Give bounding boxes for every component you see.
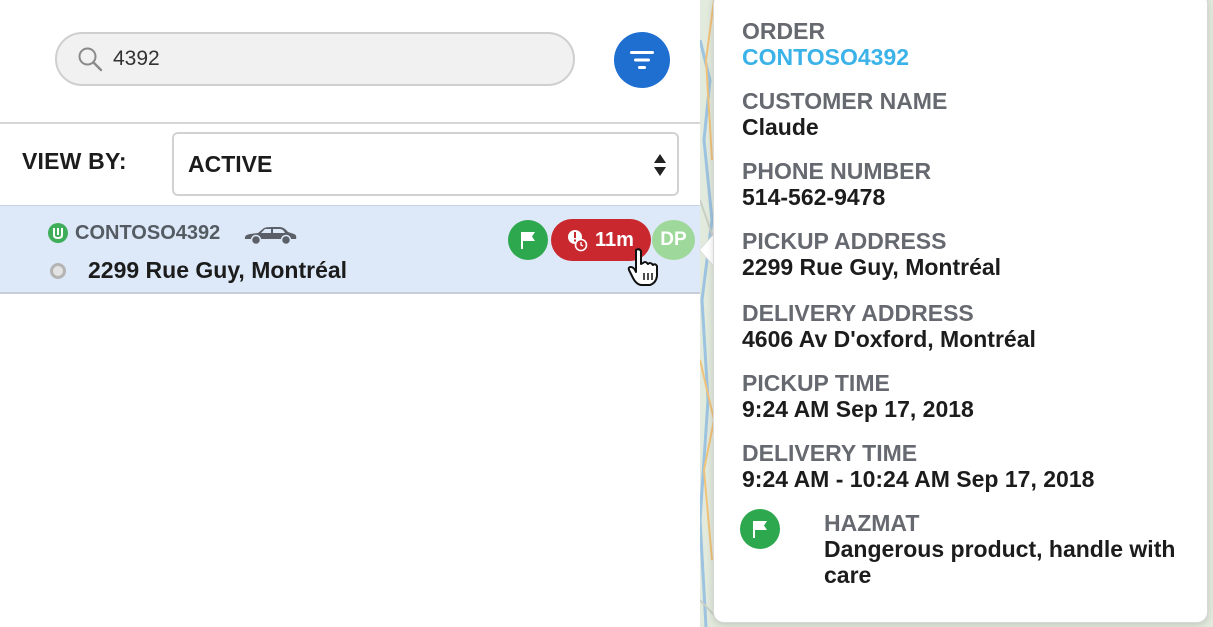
delivery-address-value: 4606 Av D'oxford, Montréal: [742, 326, 1036, 352]
filter-icon: [630, 51, 654, 69]
divider: [0, 122, 700, 124]
order-link[interactable]: CONTOSO4392: [742, 44, 909, 70]
search-field[interactable]: [55, 32, 575, 86]
order-list-item[interactable]: CONTOSO4392 2299 Rue Guy, Montréal 11m D…: [0, 205, 700, 294]
customer-field: CUSTOMER NAME Claude: [742, 88, 947, 140]
search-icon: [78, 47, 103, 72]
pickup-time-field: PICKUP TIME 9:24 AM Sep 17, 2018: [742, 370, 974, 422]
hazmat-flag-badge: [740, 509, 780, 549]
view-by-select[interactable]: ACTIVE: [172, 132, 679, 196]
delivery-time-field: DELIVERY TIME 9:24 AM - 10:24 AM Sep 17,…: [742, 440, 1094, 492]
hazmat-description: Dangerous product, handle with care: [824, 536, 1176, 588]
view-by-label: VIEW BY:: [22, 148, 127, 174]
search-input[interactable]: [113, 47, 533, 71]
customer-name-value: Claude: [742, 114, 819, 140]
order-list-panel: VIEW BY: ACTIVE CONTOSO4392: [0, 0, 700, 627]
pickup-marker: [50, 263, 66, 279]
order-id: CONTOSO4392: [75, 222, 221, 244]
view-by-selected-value: ACTIVE: [188, 150, 273, 177]
delivery-time-label: DELIVERY TIME: [742, 440, 918, 466]
hand-cursor-icon: [627, 248, 658, 286]
filter-button[interactable]: [614, 32, 670, 88]
car-icon: [244, 227, 297, 246]
delivery-time-value: 9:24 AM - 10:24 AM Sep 17, 2018: [742, 466, 1095, 492]
order-address: 2299 Rue Guy, Montréal: [88, 257, 348, 283]
delivery-address-field: DELIVERY ADDRESS 4606 Av D'oxford, Montr…: [742, 300, 1036, 352]
delivery-address-label: DELIVERY ADDRESS: [742, 300, 974, 326]
hazmat-badge[interactable]: [508, 220, 548, 260]
phone-field: PHONE NUMBER 514-562-9478: [742, 158, 931, 210]
pickup-time-value: 9:24 AM Sep 17, 2018: [742, 396, 974, 422]
flag-icon: [521, 232, 535, 249]
customer-name-label: CUSTOMER NAME: [742, 88, 948, 114]
flag-icon: [753, 521, 767, 538]
alert-timer-icon: [568, 230, 588, 252]
pickup-address-value: 2299 Rue Guy, Montréal: [742, 254, 1002, 280]
order-label: ORDER: [742, 18, 826, 44]
phone-label: PHONE NUMBER: [742, 158, 932, 184]
pickup-time-label: PICKUP TIME: [742, 370, 890, 396]
phone-value: 514-562-9478: [742, 184, 886, 210]
hazmat-field: HAZMAT Dangerous product, handle with ca…: [824, 510, 1184, 588]
status-icon: [48, 223, 68, 243]
sort-arrows-icon: [654, 154, 666, 176]
order-field: ORDER CONTOSO4392: [742, 18, 909, 70]
hazmat-label: HAZMAT: [824, 510, 920, 536]
pickup-address-label: PICKUP ADDRESS: [742, 228, 947, 254]
pickup-address-field: PICKUP ADDRESS 2299 Rue Guy, Montréal: [742, 228, 1001, 280]
